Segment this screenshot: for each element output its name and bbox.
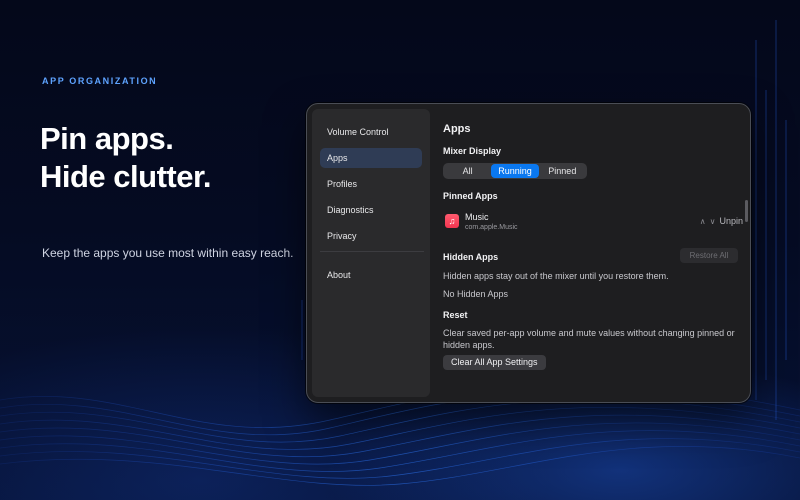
sidebar-item-about[interactable]: About: [320, 265, 422, 285]
headline-line-2: Hide clutter.: [40, 159, 211, 194]
segment-pinned[interactable]: Pinned: [539, 164, 586, 178]
hidden-apps-description: Hidden apps stay out of the mixer until …: [443, 271, 669, 281]
sidebar-item-profiles[interactable]: Profiles: [320, 174, 422, 194]
mixer-display-segmented-control: All Running Pinned: [443, 163, 587, 179]
move-down-icon[interactable]: ∨: [710, 217, 716, 226]
sidebar-divider: [320, 251, 424, 252]
sidebar-item-diagnostics[interactable]: Diagnostics: [320, 200, 422, 220]
sidebar-item-apps[interactable]: Apps: [320, 148, 422, 168]
pane-title: Apps: [443, 123, 471, 135]
section-eyebrow: APP ORGANIZATION: [42, 76, 158, 86]
move-up-icon[interactable]: ∧: [700, 217, 706, 226]
apps-pane: Apps Mixer Display All Running Pinned Pi…: [443, 104, 743, 402]
hidden-apps-heading: Hidden Apps: [443, 252, 499, 262]
headline-line-1: Pin apps.: [40, 121, 174, 156]
segment-all[interactable]: All: [444, 164, 491, 178]
hidden-apps-empty-label: No Hidden Apps: [443, 289, 509, 299]
unpin-button[interactable]: Unpin: [719, 216, 743, 226]
mixer-display-heading: Mixer Display: [443, 146, 502, 156]
app-name: Music: [465, 212, 489, 222]
music-note-icon: ♫: [445, 214, 459, 228]
reset-heading: Reset: [443, 310, 468, 320]
hero-headline: Pin apps. Hide clutter.: [40, 120, 211, 196]
clear-all-app-settings-button[interactable]: Clear All App Settings: [443, 355, 546, 370]
settings-window: Volume Control Apps Profiles Diagnostics…: [306, 103, 751, 403]
pinned-apps-heading: Pinned Apps: [443, 191, 498, 201]
scrollbar-thumb[interactable]: [745, 200, 748, 222]
restore-all-button[interactable]: Restore All: [680, 248, 738, 263]
sidebar-item-privacy[interactable]: Privacy: [320, 226, 422, 246]
sidebar-item-volume-control[interactable]: Volume Control: [320, 122, 422, 142]
reset-description: Clear saved per-app volume and mute valu…: [443, 328, 735, 350]
app-row-controls: ∧ ∨ Unpin: [700, 216, 743, 226]
hero-tagline: Keep the apps you use most within easy r…: [42, 246, 294, 260]
sidebar: Volume Control Apps Profiles Diagnostics…: [312, 109, 430, 397]
segment-running[interactable]: Running: [491, 164, 539, 178]
app-bundle-id: com.apple.Music: [465, 224, 518, 231]
pinned-app-row: ♫ Music com.apple.Music ∧ ∨ Unpin: [443, 210, 743, 234]
